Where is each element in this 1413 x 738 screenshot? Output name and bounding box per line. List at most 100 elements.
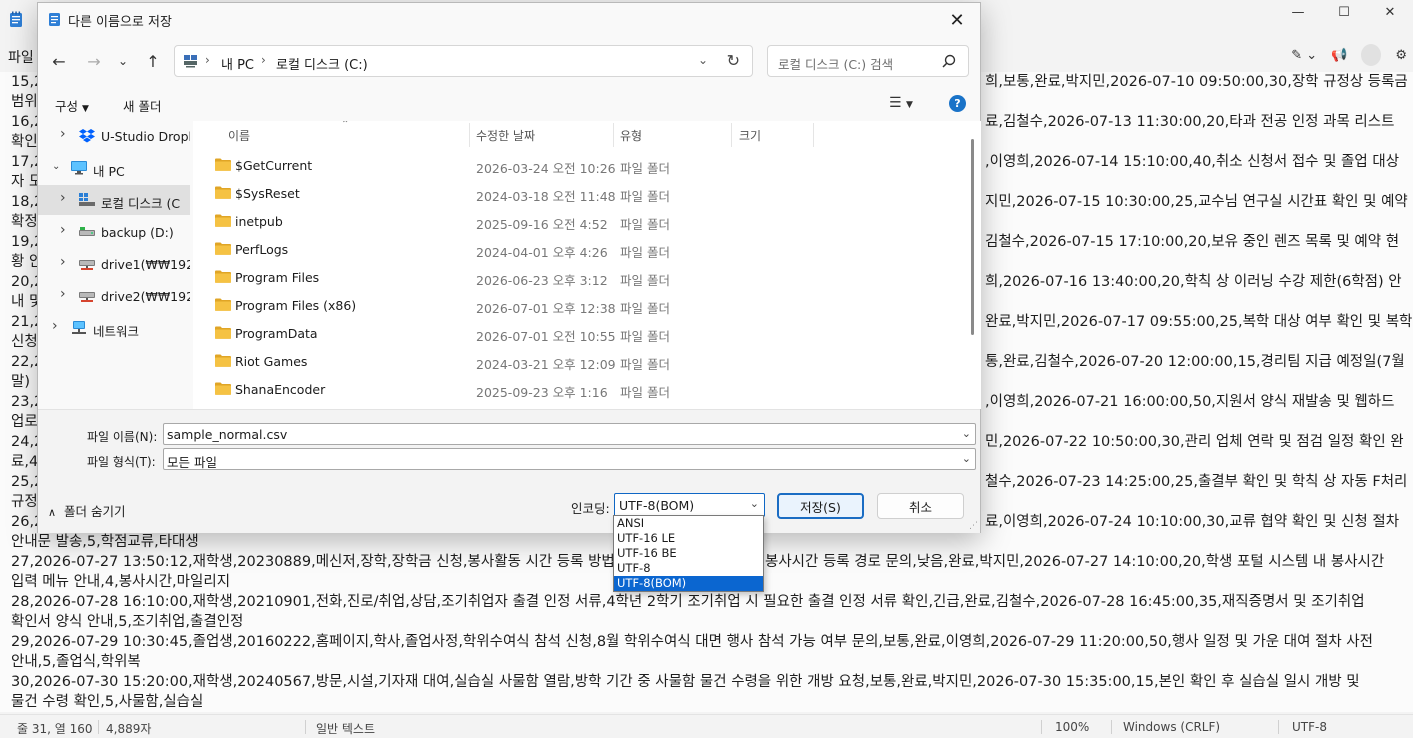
navigation-pane[interactable]: › U-Studio Dropb ⌄ 내 PC › 로컬 디스크 (C › backup (D… xyxy=(38,121,190,409)
nav-tree-item[interactable]: › backup (D:) xyxy=(38,217,190,247)
filename-input[interactable]: sample_normal.csv ⌄ xyxy=(163,423,976,445)
editor-line-fragment: 철수,2026-07-23 14:25:00,25,출결부 확인 및 학칙 상 … xyxy=(985,474,1408,490)
editor-line-fragment: 김철수,2026-07-15 17:10:00,20,보유 중인 렌즈 목록 및… xyxy=(985,234,1400,250)
chevron-down-icon[interactable]: ⌄ xyxy=(962,427,971,440)
file-type: 파일 폴더 xyxy=(620,357,670,372)
chevron-right-icon[interactable]: › xyxy=(60,126,66,142)
close-window-button[interactable]: ✕ xyxy=(1367,0,1413,24)
address-bar[interactable]: › 내 PC › 로컬 디스크 (C:) ⌄ ↻ xyxy=(174,45,753,77)
folder-icon xyxy=(215,214,231,227)
menu-file[interactable]: 파일 xyxy=(8,47,34,67)
forward-button[interactable]: → xyxy=(82,50,106,72)
pc-icon xyxy=(184,55,197,68)
command-bar: 구성 ▼ 새 폴더 ☰ ▼ ? xyxy=(38,87,980,121)
file-row[interactable]: ShanaEncoder 2025-09-23 오후 1:16 파일 폴더 xyxy=(193,375,953,403)
encoding-dropdown-list[interactable]: ANSI UTF-16 LE UTF-16 BE UTF-8 UTF-8(BOM) xyxy=(613,515,764,592)
editor-line: 28,2026-07-28 16:10:00,재학생,20210901,전화,진… xyxy=(11,594,1365,610)
copilot-icon[interactable]: ✎ ⌄ xyxy=(1291,44,1317,66)
editor-line-fragment: 지민,2026-07-15 10:30:00,25,교수님 연구실 시간표 확인… xyxy=(985,194,1408,210)
help-icon[interactable]: ? xyxy=(949,95,966,112)
chevron-right-icon[interactable]: › xyxy=(60,222,66,238)
cancel-button[interactable]: 취소 xyxy=(877,493,964,519)
notepad-app-icon xyxy=(10,11,22,27)
hide-folders-button[interactable]: ∧ 폴더 숨기기 xyxy=(48,501,126,520)
file-row[interactable]: Riot Games 2024-03-21 오후 12:09 파일 폴더 xyxy=(193,347,953,375)
navigation-bar: ← → ⌄ ↑ › 내 PC › 로컬 디스크 (C:) ⌄ ↻ 로컬 디스크 … xyxy=(38,39,980,83)
minimize-icon: — xyxy=(1291,4,1305,20)
up-button[interactable]: ↑ xyxy=(141,50,165,72)
filetype-select[interactable]: 모든 파일 ⌄ xyxy=(163,448,976,470)
zoom-level: 100% xyxy=(1055,720,1090,734)
view-options-button[interactable]: ☰ ▼ xyxy=(889,95,913,111)
encoding-select[interactable]: UTF-8(BOM) ⌄ xyxy=(614,493,765,517)
file-date: 2025-09-16 오전 4:52 xyxy=(476,217,608,232)
organize-button[interactable]: 구성 ▼ xyxy=(55,96,89,115)
nav-tree-item[interactable]: › 로컬 디스크 (C xyxy=(38,185,190,215)
encoding-option[interactable]: UTF-8 xyxy=(614,561,763,576)
nav-tree-item[interactable]: ⌄ 내 PC xyxy=(38,153,190,183)
file-row[interactable]: inetpub 2025-09-16 오전 4:52 파일 폴더 xyxy=(193,207,953,235)
recent-locations-button[interactable]: ⌄ xyxy=(111,50,135,72)
nav-tree-label: 내 PC xyxy=(93,164,125,179)
new-folder-button[interactable]: 새 폴더 xyxy=(123,96,161,115)
editor-line: 물건 수령 확인,5,사물함,실습실 xyxy=(11,694,204,710)
file-row[interactable]: Program Files 2026-06-23 오후 3:12 파일 폴더 xyxy=(193,263,953,291)
dialog-close-button[interactable]: ✕ xyxy=(940,7,974,33)
minimize-button[interactable]: — xyxy=(1275,0,1321,24)
sort-up-icon: ⌃ xyxy=(341,121,350,130)
column-name[interactable]: 이름 xyxy=(228,127,250,144)
file-name: inetpub xyxy=(235,214,283,229)
chevron-up-icon: ∧ xyxy=(48,506,57,519)
gear-icon[interactable]: ⚙ xyxy=(1395,44,1407,66)
chevron-down-icon[interactable]: ⌄ xyxy=(52,161,60,172)
nav-tree-item[interactable]: › 네트워크 xyxy=(38,313,190,343)
line-ending: Windows (CRLF) xyxy=(1123,720,1221,734)
encoding-option[interactable]: ANSI xyxy=(614,516,763,531)
encoding-option[interactable]: UTF-8(BOM) xyxy=(614,576,763,591)
caret-down-icon: ▼ xyxy=(906,100,913,110)
announcement-icon[interactable]: 📢 xyxy=(1331,44,1347,66)
char-count: 4,889자 xyxy=(106,722,152,736)
file-list[interactable]: ⌃ 이름 수정한 날짜 유형 크기 $GetCurrent 2026-03-24 … xyxy=(193,121,981,409)
file-row[interactable]: $GetCurrent 2026-03-24 오전 10:26 파일 폴더 xyxy=(193,151,953,179)
file-date: 2026-07-01 오후 12:38 xyxy=(476,301,616,316)
nav-tree-item[interactable]: › drive1(₩₩192 xyxy=(38,249,190,279)
chevron-right-icon[interactable]: › xyxy=(60,254,66,270)
breadcrumb-local-disk[interactable]: 로컬 디스크 (C:) xyxy=(276,54,368,73)
chevron-right-icon[interactable]: › xyxy=(52,318,58,334)
file-name: PerfLogs xyxy=(235,242,289,257)
file-row[interactable]: ProgramData 2026-07-01 오전 10:55 파일 폴더 xyxy=(193,319,953,347)
chevron-right-icon[interactable]: › xyxy=(60,190,66,206)
network-icon xyxy=(71,321,87,338)
folder-icon xyxy=(215,354,231,367)
column-date[interactable]: 수정한 날짜 xyxy=(476,127,535,144)
avatar[interactable] xyxy=(1361,44,1382,66)
monitor-icon xyxy=(71,161,87,178)
nav-tree-item[interactable]: › drive2(₩₩192 xyxy=(38,281,190,311)
chevron-down-icon[interactable]: ⌄ xyxy=(698,53,708,67)
maximize-button[interactable]: ☐ xyxy=(1321,0,1367,24)
resize-grip-icon[interactable]: ⋰ xyxy=(969,521,978,531)
nav-tree-item[interactable]: › U-Studio Dropb xyxy=(38,121,190,151)
editor-line-fragment: 료,김철수,2026-07-13 11:30:00,20,타과 전공 인정 과목… xyxy=(985,114,1395,130)
file-row[interactable]: Program Files (x86) 2026-07-01 오후 12:38 파일… xyxy=(193,291,953,319)
search-input[interactable]: 로컬 디스크 (C:) 검색 xyxy=(767,45,969,77)
chevron-right-icon[interactable]: › xyxy=(60,286,66,302)
column-size[interactable]: 크기 xyxy=(739,127,761,144)
column-type[interactable]: 유형 xyxy=(620,127,642,144)
file-date: 2025-09-23 오후 1:16 xyxy=(476,385,608,400)
file-date: 2026-03-24 오전 10:26 xyxy=(476,161,616,176)
encoding-option[interactable]: UTF-16 BE xyxy=(614,546,763,561)
editor-line-fragment: 봉사시간 등록 경로 문의,낮음,완료,박지민,2026-07-27 14:10… xyxy=(765,554,1385,570)
file-row[interactable]: PerfLogs 2024-04-01 오후 4:26 파일 폴더 xyxy=(193,235,953,263)
encoding-option[interactable]: UTF-16 LE xyxy=(614,531,763,546)
file-row[interactable]: $SysReset 2024-03-18 오전 11:48 파일 폴더 xyxy=(193,179,953,207)
status-bar: 줄 31, 열 160 4,889자 일반 텍스트 100% Windows (… xyxy=(0,714,1413,738)
back-button[interactable]: ← xyxy=(47,50,71,72)
breadcrumb-this-pc[interactable]: 내 PC xyxy=(221,54,254,73)
close-icon: ✕ xyxy=(1384,4,1396,20)
file-list-scrollbar[interactable] xyxy=(971,139,974,335)
refresh-icon[interactable]: ↻ xyxy=(727,51,740,70)
save-button[interactable]: 저장(S) xyxy=(777,493,864,519)
maximize-icon: ☐ xyxy=(1338,4,1350,20)
